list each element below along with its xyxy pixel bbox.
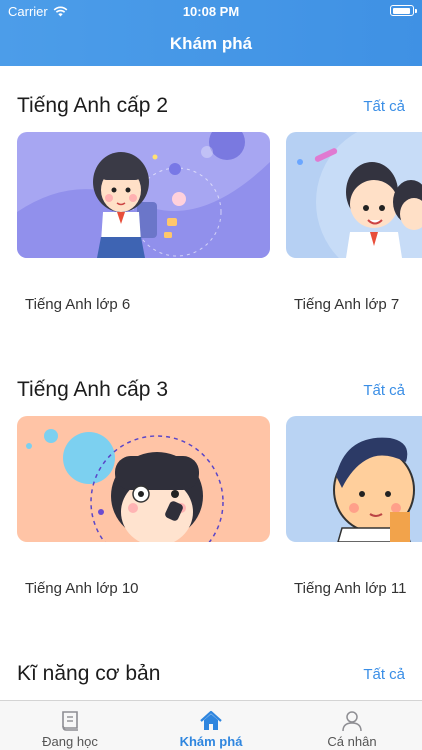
course-card-grade7[interactable] (286, 132, 422, 258)
section-basic-skills: Kĩ năng cơ bản Tất cả (0, 634, 422, 700)
person-icon (342, 711, 362, 732)
course-card-grade6[interactable] (17, 132, 270, 258)
course-label: Tiếng Anh lớp 11 (294, 580, 407, 597)
see-all-link[interactable]: Tất cả (363, 666, 405, 683)
section-title: Kĩ năng cơ bản (17, 662, 161, 685)
course-illustration (286, 416, 422, 542)
tab-explore[interactable]: Khám phá (141, 701, 281, 750)
home-icon (200, 710, 222, 730)
section-title: Tiếng Anh cấp 3 (17, 378, 168, 401)
course-label: Tiếng Anh lớp 7 (294, 296, 400, 313)
tab-bar: Đang học Khám phá Cá nhân (0, 700, 422, 750)
tab-label: Đang học (42, 734, 98, 749)
navigation-header: Carrier 10:08 PM Khám phá (0, 0, 422, 66)
section-english-grade3: Tiếng Anh cấp 3 Tất cả Tiếng Anh lớp 10 … (0, 350, 422, 634)
course-illustration (17, 416, 270, 542)
course-card-grade10[interactable] (17, 416, 270, 542)
tab-profile[interactable]: Cá nhân (282, 701, 422, 750)
explore-content[interactable]: Tiếng Anh cấp 2 Tất cả Tiếng Anh lớp 6 T… (0, 66, 422, 700)
tab-studying[interactable]: Đang học (0, 701, 140, 750)
section-english-grade2: Tiếng Anh cấp 2 Tất cả Tiếng Anh lớp 6 T… (0, 66, 422, 350)
clock: 10:08 PM (182, 4, 240, 19)
course-illustration (286, 132, 422, 258)
see-all-link[interactable]: Tất cả (363, 98, 405, 115)
course-label: Tiếng Anh lớp 10 (25, 580, 139, 597)
see-all-link[interactable]: Tất cả (363, 382, 405, 399)
battery-icon (390, 5, 417, 16)
course-label: Tiếng Anh lớp 6 (25, 296, 131, 313)
section-title: Tiếng Anh cấp 2 (17, 94, 168, 117)
book-icon (62, 711, 78, 731)
status-bar: Carrier 10:08 PM (0, 0, 422, 22)
tab-label: Cá nhân (327, 734, 377, 749)
course-illustration (17, 132, 270, 258)
page-title: Khám phá (169, 34, 253, 53)
tab-label: Khám phá (179, 734, 243, 749)
course-card-grade11[interactable] (286, 416, 422, 542)
